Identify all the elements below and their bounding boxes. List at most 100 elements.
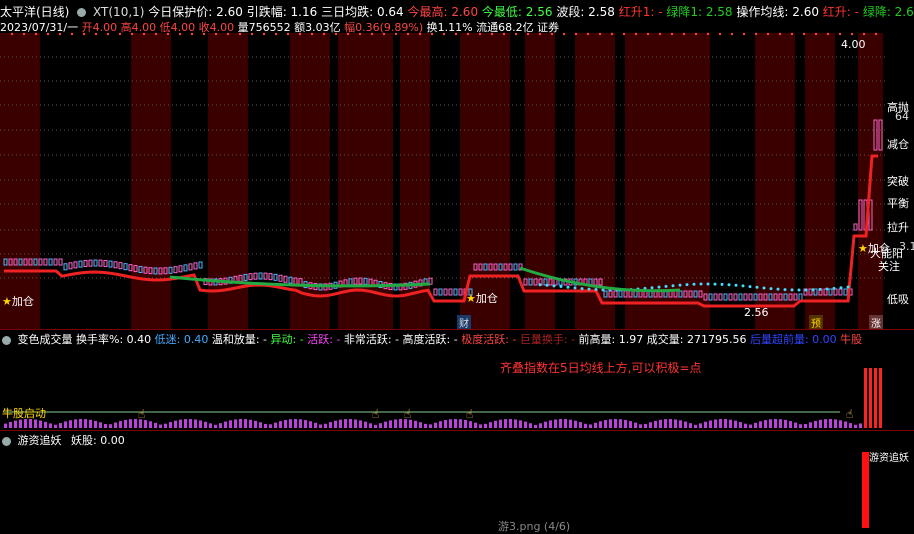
support-dot	[734, 283, 738, 287]
volume-bar	[494, 420, 497, 428]
volume-bar	[134, 419, 137, 428]
support-dot	[538, 283, 542, 287]
candle	[38, 258, 43, 266]
volume-bar	[474, 422, 477, 428]
finance-marker[interactable]: 财	[457, 315, 471, 330]
candle	[263, 272, 268, 280]
volume-bar	[794, 422, 797, 428]
volume-bar	[174, 420, 177, 428]
top-dot	[466, 32, 470, 36]
volume-bar	[779, 419, 782, 428]
kline-chart[interactable]: ☝ ☝ ☝ ☝ ☝	[0, 0, 914, 528]
candle	[58, 258, 63, 266]
volume-bar	[649, 422, 652, 428]
support-dot	[811, 288, 815, 292]
candle	[98, 259, 103, 267]
top-dot	[238, 32, 242, 36]
volume-bar	[189, 419, 192, 428]
top-dot	[334, 32, 338, 36]
panel-collapse-icon[interactable]	[2, 335, 11, 345]
volume-bar	[744, 423, 747, 428]
volume-bar	[629, 421, 632, 428]
candle	[793, 293, 798, 301]
volume-bar	[239, 419, 242, 428]
volume-bar	[74, 419, 77, 428]
panel-collapse-icon[interactable]	[2, 436, 11, 446]
candle	[618, 290, 623, 298]
volume-bar	[574, 420, 577, 428]
volume-bar	[569, 419, 572, 428]
volume-bar	[679, 420, 682, 428]
volume-bar	[364, 421, 367, 428]
top-dot	[706, 32, 710, 36]
support-dot	[818, 287, 822, 291]
candle	[198, 261, 203, 269]
volume-bar	[554, 419, 557, 428]
volume-bar	[639, 424, 642, 428]
volume-bar	[374, 424, 377, 428]
volume-bar	[759, 421, 762, 428]
volume-bar	[399, 419, 402, 428]
volume-bar	[434, 422, 437, 428]
support-dot	[671, 284, 675, 288]
top-dot	[622, 32, 626, 36]
candle	[508, 263, 513, 271]
support-dot	[832, 286, 836, 290]
top-dot	[322, 32, 326, 36]
candle	[68, 262, 73, 270]
candle	[78, 260, 83, 268]
candle	[63, 263, 68, 271]
volume-bar	[129, 419, 132, 428]
volume-bar	[144, 420, 147, 428]
candle	[178, 265, 183, 273]
volume-bar	[159, 424, 162, 428]
volume-bar	[534, 424, 537, 428]
volume-bar	[329, 422, 332, 428]
top-dot	[298, 32, 302, 36]
add-position-signal-2: ★加仓	[466, 292, 498, 305]
volume-bar	[839, 420, 842, 428]
volume-bar	[304, 420, 307, 428]
volume-value-11: 后量超前量: 0.00	[746, 333, 837, 346]
volume-bar	[469, 421, 472, 428]
top-dot	[658, 32, 662, 36]
candle	[718, 293, 723, 301]
pre-marker[interactable]: 预	[809, 315, 823, 330]
candle	[448, 288, 453, 296]
volume-bar	[559, 419, 562, 428]
support-dot	[552, 284, 556, 288]
volume-bar	[484, 423, 487, 428]
top-dot	[382, 32, 386, 36]
volume-bar	[579, 422, 582, 428]
support-dot	[776, 287, 780, 291]
support-dot	[755, 285, 759, 289]
volume-bar	[754, 422, 757, 428]
top-dot	[166, 32, 170, 36]
top-dot	[826, 32, 830, 36]
volume-bar	[384, 421, 387, 428]
support-dot	[713, 282, 717, 286]
top-dot	[490, 32, 494, 36]
volume-value-9: 前高量: 1.97	[575, 333, 644, 346]
limit-marker[interactable]: 涨	[869, 315, 883, 330]
volume-bar	[549, 420, 552, 428]
volume-note: 齐叠指数在5日均线上方,可以积极=点	[500, 361, 702, 375]
volume-bar	[684, 421, 687, 428]
volume-bar	[504, 419, 507, 428]
volume-bar	[309, 421, 312, 428]
support-dot	[594, 288, 598, 292]
band-12	[805, 33, 835, 329]
top-dot	[94, 32, 98, 36]
candle	[188, 263, 193, 271]
top-dot	[802, 32, 806, 36]
volume-bar	[499, 419, 502, 428]
volume-bar	[729, 419, 732, 428]
top-dot	[598, 32, 602, 36]
candle	[838, 288, 843, 296]
volume-bar	[424, 423, 427, 428]
volume-bar	[204, 421, 207, 428]
hand-icon-4: ☝	[846, 407, 853, 421]
volume-bar	[784, 419, 787, 428]
volume-bar	[289, 419, 292, 428]
candle	[748, 293, 753, 301]
